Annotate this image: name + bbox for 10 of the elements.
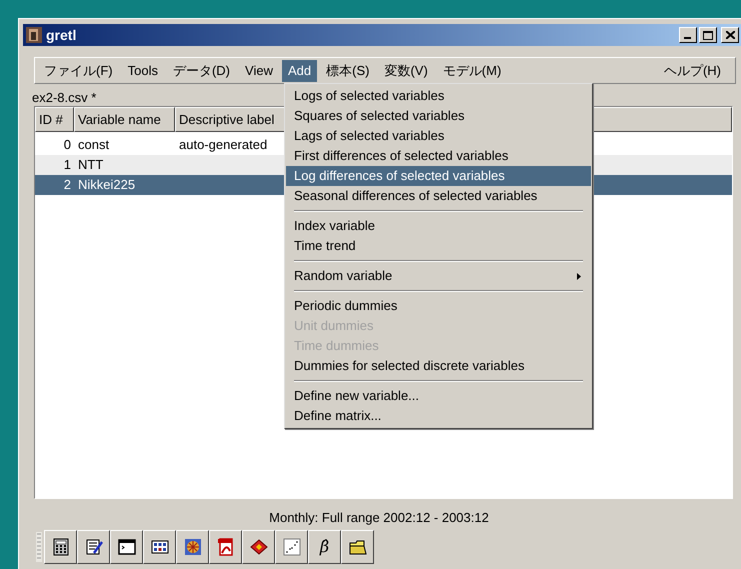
table-cell: NTT [78,157,104,172]
table-cell: auto-generated [179,137,268,152]
window-title: gretl [46,26,76,45]
table-cell: Nikkei225 [78,177,136,192]
table-cell: 1 [64,157,71,172]
table-cell: 0 [64,137,71,152]
file-name: ex2-8.csv * [32,90,96,105]
table-cell: 2 [64,177,71,192]
status-text: Monthly: Full range 2002:12 - 2003:12 [268,509,490,527]
table-cell: const [78,137,110,152]
